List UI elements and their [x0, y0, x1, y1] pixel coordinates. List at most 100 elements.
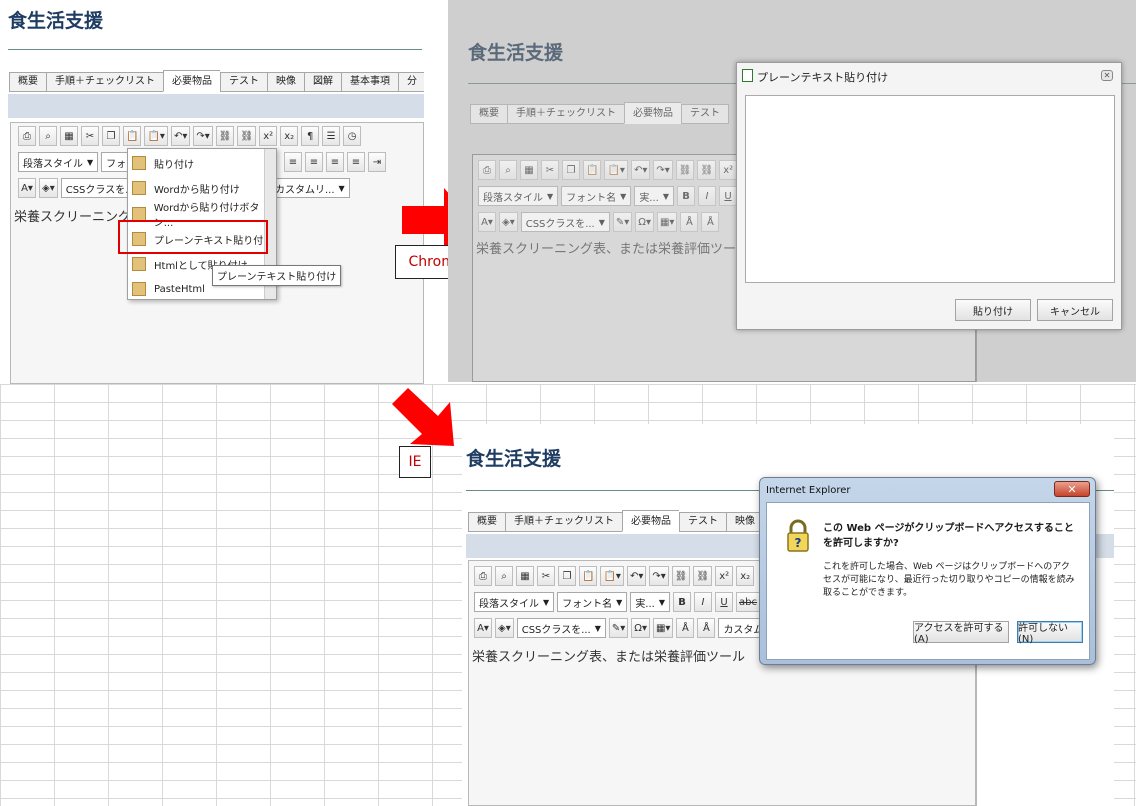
- find-icon[interactable]: ⌕: [39, 126, 57, 146]
- menu-item-paste[interactable]: 貼り付け: [132, 151, 194, 175]
- bold-icon[interactable]: B: [677, 186, 696, 206]
- deny-access-button[interactable]: 許可しない(N): [1017, 621, 1083, 645]
- select-all-icon[interactable]: ▦: [520, 160, 538, 180]
- copy-icon[interactable]: ❐: [562, 160, 580, 180]
- close-icon[interactable]: ✕: [1101, 70, 1113, 81]
- highlight-icon[interactable]: ◈▾: [499, 212, 518, 232]
- tab-supplies[interactable]: 必要物品: [163, 70, 220, 92]
- symbol-icon[interactable]: Ω▾: [631, 618, 650, 638]
- link-icon[interactable]: ⛓: [675, 160, 695, 180]
- tab-diagram[interactable]: 図解: [304, 72, 341, 92]
- tab-test[interactable]: テスト: [679, 512, 726, 532]
- print-icon[interactable]: ⎙: [474, 566, 492, 586]
- select-all-icon[interactable]: ▦: [516, 566, 534, 586]
- clock-icon[interactable]: ◷: [343, 126, 362, 146]
- tab-supplies[interactable]: 必要物品: [624, 102, 681, 124]
- spellcheck-icon[interactable]: Å: [680, 212, 699, 232]
- subscript-icon[interactable]: x₂: [736, 566, 755, 586]
- paragraph-style-select[interactable]: 段落スタイル ▼: [474, 592, 555, 612]
- tab-overview[interactable]: 概要: [9, 72, 46, 92]
- font-name-select[interactable]: フォント名 ▼: [561, 186, 632, 206]
- tab-basics[interactable]: 基本事項: [341, 72, 398, 92]
- print-icon[interactable]: ⎙: [18, 126, 36, 146]
- unlink-icon[interactable]: ⛓: [693, 566, 713, 586]
- find-icon[interactable]: ⌕: [499, 160, 517, 180]
- tab-overview[interactable]: 概要: [470, 104, 507, 124]
- menu-item-paste-word[interactable]: Wordから貼り付け: [132, 176, 240, 200]
- font-name-select[interactable]: フォント名 ▼: [557, 592, 628, 612]
- align-center-icon[interactable]: ≡: [305, 152, 323, 172]
- tab-procedure[interactable]: 手順＋チェックリスト: [507, 104, 624, 124]
- paragraph-style-select[interactable]: 段落スタイル ▼: [18, 152, 99, 172]
- subscript-icon[interactable]: x₂: [280, 126, 299, 146]
- editor-content[interactable]: 栄養スクリーニング表、または栄養評価ツール: [476, 238, 749, 257]
- undo-icon[interactable]: ↶▾: [630, 160, 651, 180]
- close-icon[interactable]: ✕: [1054, 481, 1090, 497]
- template-icon[interactable]: ☰: [322, 126, 341, 146]
- align-right-icon[interactable]: ≡: [326, 152, 344, 172]
- justify-icon[interactable]: ≡: [347, 152, 365, 172]
- copy-icon[interactable]: ❐: [102, 126, 120, 146]
- superscript-icon[interactable]: x²: [719, 160, 738, 180]
- highlight-icon[interactable]: ◈▾: [495, 618, 514, 638]
- cut-icon[interactable]: ✂: [537, 566, 555, 586]
- undo-icon[interactable]: ↶▾: [626, 566, 647, 586]
- spellcheck-alt-icon[interactable]: Å: [701, 212, 720, 232]
- print-icon[interactable]: ⎙: [478, 160, 496, 180]
- tab-procedure[interactable]: 手順＋チェックリスト: [505, 512, 622, 532]
- undo-icon[interactable]: ↶▾: [170, 126, 191, 146]
- table-icon[interactable]: ▦▾: [656, 212, 678, 232]
- paste-icon[interactable]: 📋: [123, 126, 142, 146]
- format-painter-icon[interactable]: ✎▾: [608, 618, 629, 638]
- redo-icon[interactable]: ↷▾: [653, 160, 673, 180]
- font-size-select[interactable]: 実... ▼: [634, 186, 675, 206]
- redo-icon[interactable]: ↷▾: [649, 566, 669, 586]
- spellcheck-alt-icon[interactable]: Å: [697, 618, 716, 638]
- cancel-button[interactable]: キャンセル: [1037, 299, 1113, 321]
- italic-icon[interactable]: I: [698, 186, 717, 206]
- paste-dropdown-icon[interactable]: 📋▾: [144, 126, 168, 146]
- css-class-select[interactable]: CSSクラスを... ▼: [516, 618, 606, 638]
- editor-content[interactable]: 栄養スクリーニング表、または栄養評価ツール: [472, 646, 745, 665]
- symbol-icon[interactable]: Ω▾: [635, 212, 654, 232]
- table-icon[interactable]: ▦▾: [652, 618, 674, 638]
- tab-video[interactable]: 映像: [267, 72, 304, 92]
- tab-procedure[interactable]: 手順＋チェックリスト: [46, 72, 163, 92]
- font-color-icon[interactable]: A▾: [18, 178, 36, 198]
- custom-links-select[interactable]: カスタムリ... ▼: [270, 178, 350, 198]
- find-icon[interactable]: ⌕: [495, 566, 513, 586]
- spellcheck-icon[interactable]: Å: [676, 618, 695, 638]
- align-left-icon[interactable]: ≡: [284, 152, 302, 172]
- tab-overview[interactable]: 概要: [468, 512, 505, 532]
- highlight-icon[interactable]: ◈▾: [39, 178, 58, 198]
- paste-dropdown-icon[interactable]: 📋▾: [604, 160, 628, 180]
- superscript-icon[interactable]: x²: [259, 126, 278, 146]
- css-class-select[interactable]: CSSクラスを... ▼: [520, 212, 610, 232]
- tab-more[interactable]: 分: [398, 72, 424, 92]
- font-size-select[interactable]: 実... ▼: [630, 592, 671, 612]
- link-icon[interactable]: ⛓: [671, 566, 691, 586]
- allow-access-button[interactable]: アクセスを許可する(A): [913, 621, 1009, 645]
- font-color-icon[interactable]: A▾: [478, 212, 496, 232]
- link-icon[interactable]: ⛓: [215, 126, 235, 146]
- paragraph-icon[interactable]: ¶: [301, 126, 320, 146]
- unlink-icon[interactable]: ⛓: [697, 160, 717, 180]
- paste-dropdown-icon[interactable]: 📋▾: [600, 566, 624, 586]
- paste-icon[interactable]: 📋: [579, 566, 598, 586]
- menu-item-pastehtml[interactable]: PasteHtml: [132, 277, 205, 301]
- paste-button[interactable]: 貼り付け: [955, 299, 1031, 321]
- underline-icon[interactable]: U: [719, 186, 738, 206]
- underline-icon[interactable]: U: [715, 592, 734, 612]
- font-color-icon[interactable]: A▾: [474, 618, 492, 638]
- tab-test[interactable]: テスト: [220, 72, 267, 92]
- strikethrough-icon[interactable]: abc: [736, 592, 760, 612]
- paste-icon[interactable]: 📋: [583, 160, 602, 180]
- cut-icon[interactable]: ✂: [541, 160, 559, 180]
- indent-icon[interactable]: ⇥: [368, 152, 386, 172]
- format-painter-icon[interactable]: ✎▾: [612, 212, 633, 232]
- redo-icon[interactable]: ↷▾: [193, 126, 213, 146]
- select-all-icon[interactable]: ▦: [60, 126, 78, 146]
- copy-icon[interactable]: ❐: [558, 566, 576, 586]
- italic-icon[interactable]: I: [694, 592, 713, 612]
- superscript-icon[interactable]: x²: [715, 566, 734, 586]
